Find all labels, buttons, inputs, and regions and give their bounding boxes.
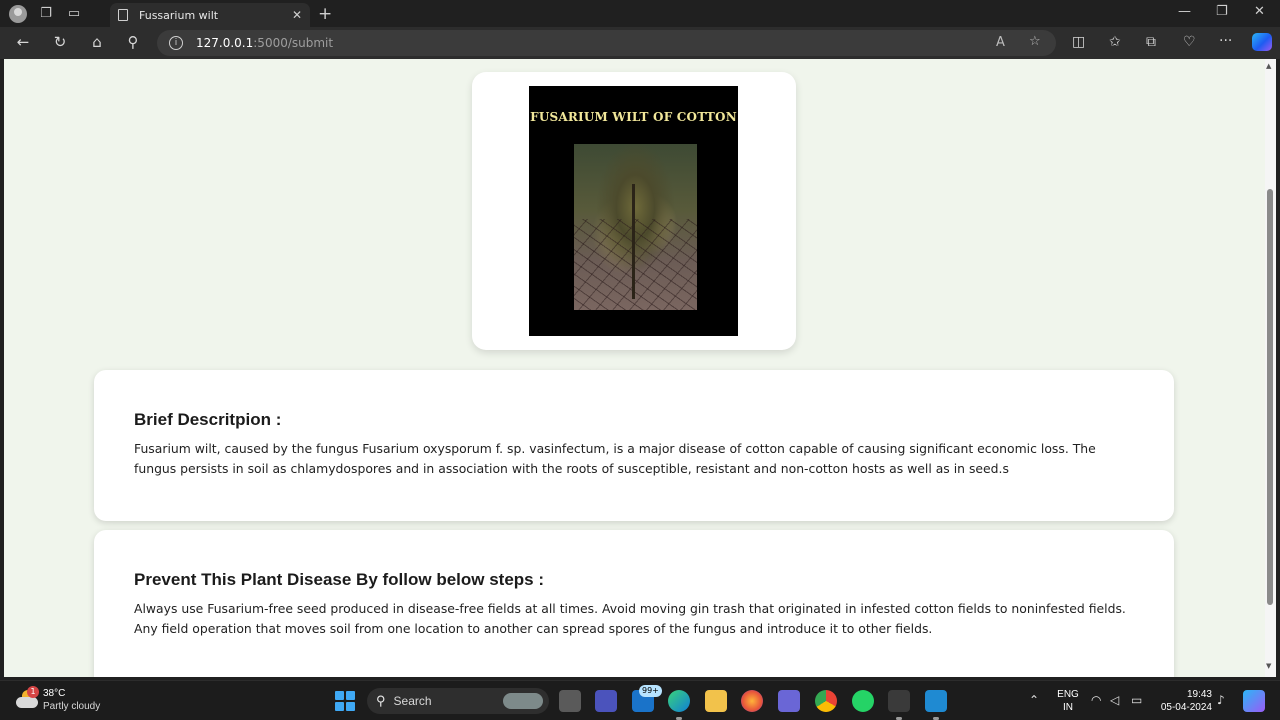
language-indicator[interactable]: ENG IN (1055, 688, 1081, 714)
wilted-cotton-photo (574, 144, 697, 310)
teams-work-icon[interactable] (778, 690, 800, 712)
back-icon[interactable]: ← (12, 33, 34, 51)
whatsapp-icon[interactable] (852, 690, 874, 712)
system-clock[interactable]: 19:43 05-04-2024 (1150, 688, 1212, 714)
clock-time: 19:43 (1186, 689, 1212, 700)
scroll-down-icon[interactable]: ▼ (1266, 662, 1271, 670)
page-viewport: FUSARIUM WILT OF COTTON Brief Descritpio… (4, 59, 1265, 677)
taskbar-search-label: Search (393, 694, 432, 708)
language-code: ENG (1057, 689, 1079, 700)
battery-icon[interactable]: ▭ (1131, 693, 1142, 707)
search-icon[interactable]: ⚲ (122, 33, 144, 51)
terminal-icon[interactable] (888, 690, 910, 712)
show-hidden-icons-icon[interactable]: ⌃ (1029, 693, 1039, 707)
prevention-card: Prevent This Plant Disease By follow bel… (94, 530, 1174, 677)
url-host: 127.0.0.1 (196, 36, 254, 50)
disease-image: FUSARIUM WILT OF COTTON (529, 86, 738, 336)
weather-temperature[interactable]: 38°C (43, 688, 65, 699)
cracked-soil (574, 218, 697, 310)
teams-icon[interactable] (595, 690, 617, 712)
more-options-icon[interactable]: ··· (1219, 33, 1232, 49)
page-icon (118, 9, 128, 21)
file-explorer-icon[interactable] (705, 690, 727, 712)
cloud-shape (16, 697, 38, 708)
description-text: Fusarium wilt, caused by the fungus Fusa… (134, 441, 1096, 476)
profile-avatar[interactable] (9, 4, 27, 23)
page-scrollbar[interactable]: ▲ ▼ (1265, 59, 1276, 677)
notifications-icon[interactable]: ♪ (1217, 693, 1225, 707)
browser-essentials-icon[interactable]: ♡ (1183, 34, 1196, 50)
split-screen-icon[interactable]: ◫ (1072, 34, 1085, 50)
restore-icon[interactable]: ❐ (1216, 4, 1228, 19)
volume-icon[interactable]: ◁ (1110, 693, 1119, 707)
description-card: Brief Descritpion : Fusarium wilt, cause… (94, 370, 1174, 521)
prevention-heading: Prevent This Plant Disease By follow bel… (134, 570, 545, 589)
start-button[interactable] (335, 691, 355, 711)
description-heading: Brief Descritpion : (134, 410, 282, 429)
firefox-icon[interactable] (741, 690, 763, 712)
collections-icon[interactable]: ⧉ (1146, 34, 1156, 50)
copilot-icon[interactable] (1252, 33, 1272, 51)
refresh-icon[interactable]: ↻ (49, 33, 71, 51)
browser-tab-active[interactable]: Fussarium wilt ✕ (110, 3, 310, 27)
weather-condition[interactable]: Partly cloudy (43, 701, 100, 712)
plant-stem (632, 184, 635, 299)
favorite-star-icon[interactable]: ☆ (1029, 34, 1041, 49)
tab-title: Fussarium wilt (139, 8, 219, 22)
close-tab-icon[interactable]: ✕ (292, 8, 302, 22)
language-region: IN (1063, 702, 1073, 713)
disease-image-caption: FUSARIUM WILT OF COTTON (530, 110, 737, 124)
copilot-taskbar-icon[interactable] (1243, 690, 1265, 712)
url-path: :5000/submit (253, 36, 334, 50)
minimize-icon[interactable]: — (1178, 4, 1191, 19)
scroll-up-icon[interactable]: ▲ (1266, 62, 1271, 70)
mail-unread-badge: 99+ (639, 685, 662, 697)
prevention-text: Always use Fusarium-free seed produced i… (134, 601, 1126, 636)
chrome-icon[interactable] (815, 690, 837, 712)
clock-date: 05-04-2024 (1160, 702, 1212, 713)
taskbar-search[interactable]: ⚲ Search (367, 688, 549, 714)
vscode-icon[interactable] (925, 690, 947, 712)
edge-icon[interactable] (668, 690, 690, 712)
weather-alert-badge: 1 (27, 686, 39, 698)
favorites-icon[interactable]: ✩ (1109, 34, 1121, 50)
site-info-icon[interactable]: i (169, 36, 183, 50)
task-view-icon[interactable] (559, 690, 581, 712)
scrollbar-thumb[interactable] (1267, 189, 1273, 605)
search-icon: ⚲ (376, 693, 386, 708)
search-highlight-image (503, 693, 543, 709)
tab-actions-icon[interactable]: ▭ (60, 0, 88, 27)
close-window-icon[interactable]: ✕ (1254, 4, 1265, 19)
workspaces-icon[interactable]: ❐ (32, 0, 60, 27)
home-icon[interactable]: ⌂ (86, 33, 108, 51)
disease-image-card: FUSARIUM WILT OF COTTON (472, 72, 796, 350)
read-aloud-icon[interactable]: A (996, 35, 1005, 50)
address-bar[interactable]: i 127.0.0.1:5000/submit (157, 30, 1056, 56)
new-tab-icon[interactable]: + (318, 4, 332, 24)
wifi-icon[interactable]: ◠ (1091, 693, 1101, 707)
